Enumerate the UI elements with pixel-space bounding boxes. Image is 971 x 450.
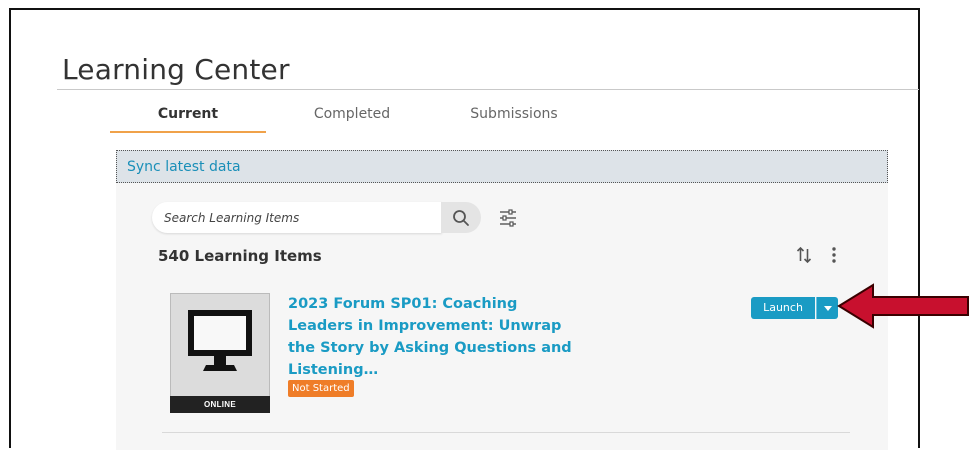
search-icon <box>453 209 469 226</box>
annotation-arrow-icon <box>837 283 969 329</box>
search-field <box>152 202 442 233</box>
sync-latest-data-link[interactable]: Sync latest data <box>127 159 241 175</box>
tab-submissions[interactable]: Submissions <box>436 106 592 122</box>
status-badge: Not Started <box>288 380 354 397</box>
filter-sliders-icon[interactable] <box>497 207 519 229</box>
item-divider <box>162 432 850 433</box>
search-input[interactable] <box>164 208 434 228</box>
title-divider <box>57 89 919 90</box>
launch-button[interactable]: Launch <box>751 297 815 319</box>
tab-current[interactable]: Current <box>110 106 266 122</box>
page-title: Learning Center <box>62 53 290 86</box>
sync-bar: Sync latest data <box>116 150 888 183</box>
learning-item-title[interactable]: 2023 Forum SP01: Coaching Leaders in Imp… <box>288 293 578 381</box>
learning-item-thumbnail[interactable] <box>170 293 270 413</box>
tab-completed[interactable]: Completed <box>274 106 430 122</box>
chevron-down-icon <box>823 305 832 311</box>
results-count: 540 Learning Items <box>158 247 322 265</box>
launch-options-button[interactable] <box>816 297 838 319</box>
search-button[interactable] <box>441 202 481 233</box>
monitor-icon <box>188 310 252 371</box>
sort-icon[interactable] <box>796 246 812 264</box>
active-tab-indicator <box>110 131 266 133</box>
more-vertical-icon[interactable] <box>830 246 838 264</box>
item-type-label: ONLINE <box>170 396 270 413</box>
